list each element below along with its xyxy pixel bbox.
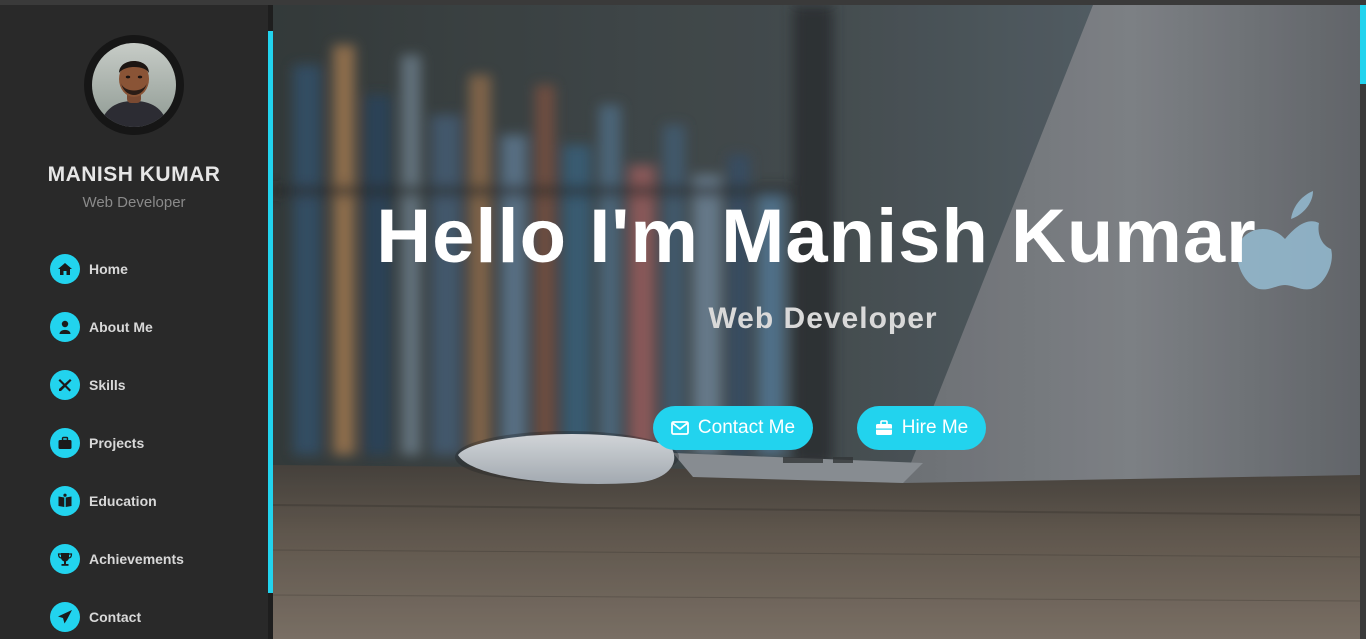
- profile-photo-image: [92, 43, 176, 127]
- contact-me-button[interactable]: Contact Me: [653, 406, 813, 450]
- hire-me-button[interactable]: Hire Me: [857, 406, 986, 450]
- profile-role: Web Developer: [82, 194, 186, 211]
- avatar: [84, 35, 184, 135]
- nav-item-education[interactable]: Education: [50, 485, 157, 517]
- profile-name: MANISH KUMAR: [47, 163, 221, 186]
- nav-item-achievements[interactable]: Achievements: [50, 543, 184, 575]
- nav-item-contact[interactable]: Contact: [50, 601, 141, 633]
- nav-label-about: About Me: [89, 319, 153, 335]
- hero-section: Hello I'm Manish Kumar Web Developer Con…: [273, 5, 1360, 639]
- briefcase-icon: [50, 428, 80, 458]
- home-icon: [50, 254, 80, 284]
- nav-item-projects[interactable]: Projects: [50, 427, 144, 459]
- scrollbar-thumb[interactable]: [1360, 5, 1366, 84]
- contact-me-label: Contact Me: [697, 417, 796, 438]
- trophy-icon: [50, 544, 80, 574]
- book-icon: [50, 486, 80, 516]
- profile-photo: [92, 43, 176, 127]
- tools-icon: [50, 370, 80, 400]
- nav-label-education: Education: [89, 493, 157, 509]
- briefcase-icon: [875, 420, 892, 435]
- nav-label-projects: Projects: [89, 435, 145, 451]
- envelope-icon: [671, 421, 689, 435]
- nav-label-achievements: Achievements: [89, 551, 184, 567]
- hero-subline: Web Developer: [708, 302, 938, 335]
- nav-label-contact: Contact: [89, 609, 142, 625]
- nav-item-home[interactable]: Home: [50, 253, 128, 285]
- hire-me-label: Hire Me: [901, 417, 969, 438]
- nav-item-skills[interactable]: Skills: [50, 369, 126, 401]
- nav-item-about[interactable]: About Me: [50, 311, 153, 343]
- paper-plane-icon: [50, 602, 80, 632]
- user-icon: [50, 312, 80, 342]
- sidebar: MANISH KUMAR Web Developer Home About Me…: [0, 5, 268, 639]
- nav-label-skills: Skills: [89, 377, 126, 393]
- scrollbar-track[interactable]: [1360, 5, 1366, 639]
- nav-label-home: Home: [89, 261, 128, 277]
- hero-headline: Hello I'm Manish Kumar: [376, 194, 1257, 279]
